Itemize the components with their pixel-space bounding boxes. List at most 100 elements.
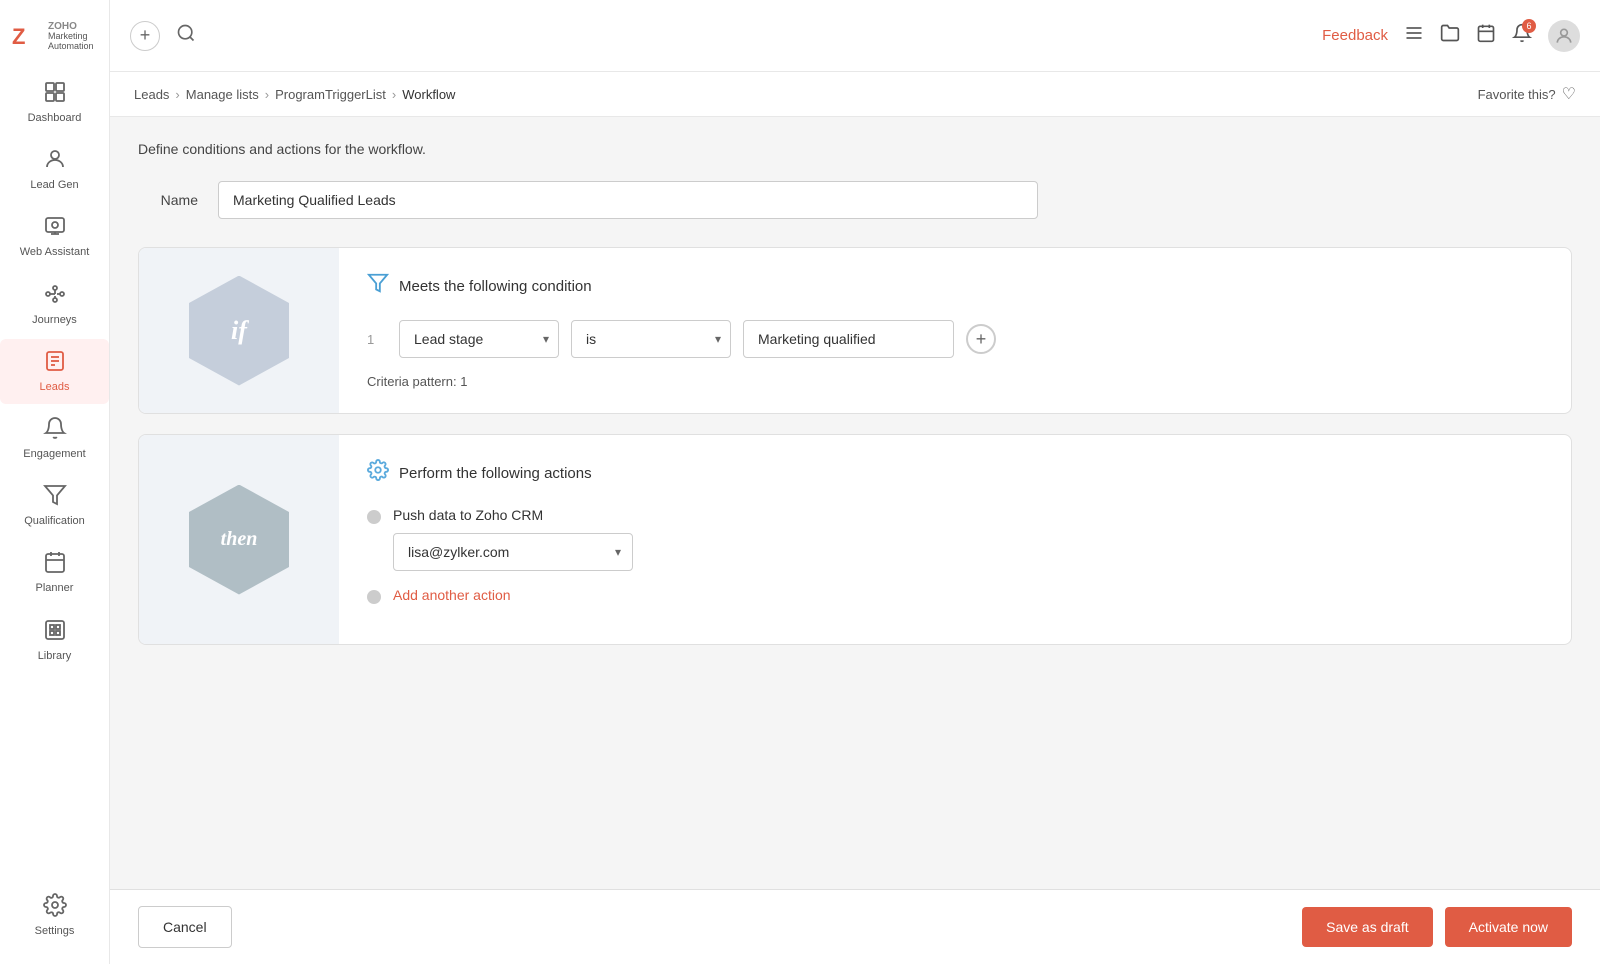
- add-action-link[interactable]: Add another action: [393, 587, 511, 603]
- email-dropdown[interactable]: lisa@zylker.com: [393, 533, 633, 571]
- then-hexagon: then: [189, 485, 289, 595]
- sidebar-item-planner[interactable]: Planner: [0, 540, 109, 605]
- field-dropdown-wrapper: Lead stage ▾: [399, 320, 559, 358]
- save-draft-button[interactable]: Save as draft: [1302, 907, 1433, 947]
- action-item: Push data to Zoho CRM lisa@zylker.com ▾: [367, 507, 1543, 571]
- user-avatar[interactable]: [1548, 20, 1580, 52]
- sidebar-item-settings[interactable]: Settings: [0, 883, 109, 948]
- filter-icon: [367, 272, 389, 300]
- condition-content: Meets the following condition 1 Lead sta…: [339, 248, 1571, 413]
- if-badge: if: [139, 248, 339, 413]
- action-content: Perform the following actions Push data …: [339, 435, 1571, 644]
- breadcrumb: Leads › Manage lists › ProgramTriggerLis…: [134, 87, 455, 102]
- name-input[interactable]: [218, 181, 1038, 219]
- breadcrumb-leads[interactable]: Leads: [134, 87, 169, 102]
- sidebar-item-webassistant-label: Web Assistant: [20, 246, 90, 259]
- search-button[interactable]: [176, 23, 196, 49]
- breadcrumb-sep-3: ›: [392, 87, 396, 102]
- add-button[interactable]: +: [130, 21, 160, 51]
- breadcrumb-sep-2: ›: [265, 87, 269, 102]
- favorite-area[interactable]: Favorite this? ♡: [1478, 84, 1576, 104]
- condition-number: 1: [367, 332, 387, 347]
- favorite-label: Favorite this?: [1478, 87, 1556, 102]
- sidebar-nav: Dashboard Lead Gen Web Assistant Journey…: [0, 70, 109, 883]
- feedback-link[interactable]: Feedback: [1322, 27, 1388, 44]
- operator-dropdown-wrapper: is ▾: [571, 320, 731, 358]
- sidebar-item-leads[interactable]: Leads: [0, 339, 109, 404]
- sidebar-item-qualification[interactable]: Qualification: [0, 473, 109, 538]
- sidebar: Z ZOHO MarketingAutomation Dashboard Lea…: [0, 0, 110, 964]
- notification-count: 6: [1522, 19, 1536, 33]
- settings-icon: [43, 893, 67, 921]
- sidebar-item-journeys-label: Journeys: [32, 314, 77, 327]
- action-label: Push data to Zoho CRM: [393, 507, 633, 523]
- name-label: Name: [138, 192, 198, 208]
- qualification-icon: [43, 483, 67, 511]
- sidebar-item-engagement-label: Engagement: [23, 448, 85, 461]
- list-icon[interactable]: [1404, 23, 1424, 49]
- add-action-item: Add another action: [367, 587, 1543, 604]
- sidebar-item-webassistant[interactable]: Web Assistant: [0, 204, 109, 269]
- criteria-pattern: Criteria pattern: 1: [367, 374, 1543, 389]
- zoho-logo-icon: Z: [8, 18, 44, 54]
- breadcrumb-sep-1: ›: [175, 87, 179, 102]
- planner-icon: [43, 550, 67, 578]
- condition-header: Meets the following condition: [367, 272, 1543, 300]
- action-header-text: Perform the following actions: [399, 465, 592, 482]
- gear-icon: [367, 459, 389, 487]
- topbar-right: Feedback 6: [1322, 20, 1580, 52]
- sidebar-settings: Settings: [0, 883, 109, 948]
- topbar: + Feedback 6: [110, 0, 1600, 72]
- bottom-bar: Cancel Save as draft Activate now: [110, 889, 1600, 964]
- leadgen-icon: [43, 147, 67, 175]
- condition-row: 1 Lead stage ▾ is ▾: [367, 320, 1543, 358]
- if-badge-text: if: [231, 316, 247, 346]
- folder-icon[interactable]: [1440, 23, 1460, 49]
- page-description: Define conditions and actions for the wo…: [138, 141, 1572, 157]
- sidebar-item-leads-label: Leads: [40, 381, 70, 394]
- then-badge-text: then: [221, 528, 258, 551]
- condition-header-text: Meets the following condition: [399, 278, 592, 295]
- webassistant-icon: [43, 214, 67, 242]
- sidebar-item-engagement[interactable]: Engagement: [0, 406, 109, 471]
- journeys-icon: [43, 282, 67, 310]
- page-body: Define conditions and actions for the wo…: [110, 117, 1600, 689]
- dashboard-icon: [43, 80, 67, 108]
- if-hexagon: if: [189, 276, 289, 386]
- sidebar-item-leadgen-label: Lead Gen: [30, 179, 78, 192]
- svg-text:Z: Z: [12, 24, 25, 49]
- leads-icon: [43, 349, 67, 377]
- main-area: + Feedback 6: [110, 0, 1600, 964]
- add-condition-button[interactable]: +: [966, 324, 996, 354]
- sidebar-item-qualification-label: Qualification: [24, 515, 85, 528]
- field-dropdown[interactable]: Lead stage: [399, 320, 559, 358]
- topbar-left: +: [130, 21, 196, 51]
- breadcrumb-bar: Leads › Manage lists › ProgramTriggerLis…: [110, 72, 1600, 117]
- action-details: Push data to Zoho CRM lisa@zylker.com ▾: [393, 507, 633, 571]
- operator-dropdown[interactable]: is: [571, 320, 731, 358]
- notification-icon[interactable]: 6: [1512, 23, 1532, 49]
- breadcrumb-manage-lists[interactable]: Manage lists: [186, 87, 259, 102]
- then-badge: then: [139, 435, 339, 644]
- action-block: then Perform the following actions Push …: [138, 434, 1572, 645]
- email-dropdown-wrapper: lisa@zylker.com ▾: [393, 533, 633, 571]
- sidebar-item-dashboard[interactable]: Dashboard: [0, 70, 109, 135]
- sidebar-item-leadgen[interactable]: Lead Gen: [0, 137, 109, 202]
- engagement-icon: [43, 416, 67, 444]
- action-dot: [367, 510, 381, 524]
- name-row: Name: [138, 181, 1572, 219]
- sidebar-item-journeys[interactable]: Journeys: [0, 272, 109, 337]
- sidebar-item-planner-label: Planner: [36, 582, 74, 595]
- sidebar-item-library[interactable]: Library: [0, 608, 109, 673]
- breadcrumb-program-trigger[interactable]: ProgramTriggerList: [275, 87, 386, 102]
- sidebar-item-settings-label: Settings: [35, 925, 75, 938]
- activate-button[interactable]: Activate now: [1445, 907, 1572, 947]
- bottom-right-buttons: Save as draft Activate now: [1302, 907, 1572, 947]
- logo: Z ZOHO MarketingAutomation: [0, 8, 109, 70]
- cancel-button[interactable]: Cancel: [138, 906, 232, 948]
- calendar-icon[interactable]: [1476, 23, 1496, 49]
- content: Leads › Manage lists › ProgramTriggerLis…: [110, 72, 1600, 964]
- breadcrumb-current: Workflow: [402, 87, 455, 102]
- value-input[interactable]: [743, 320, 954, 358]
- sidebar-item-dashboard-label: Dashboard: [28, 112, 82, 125]
